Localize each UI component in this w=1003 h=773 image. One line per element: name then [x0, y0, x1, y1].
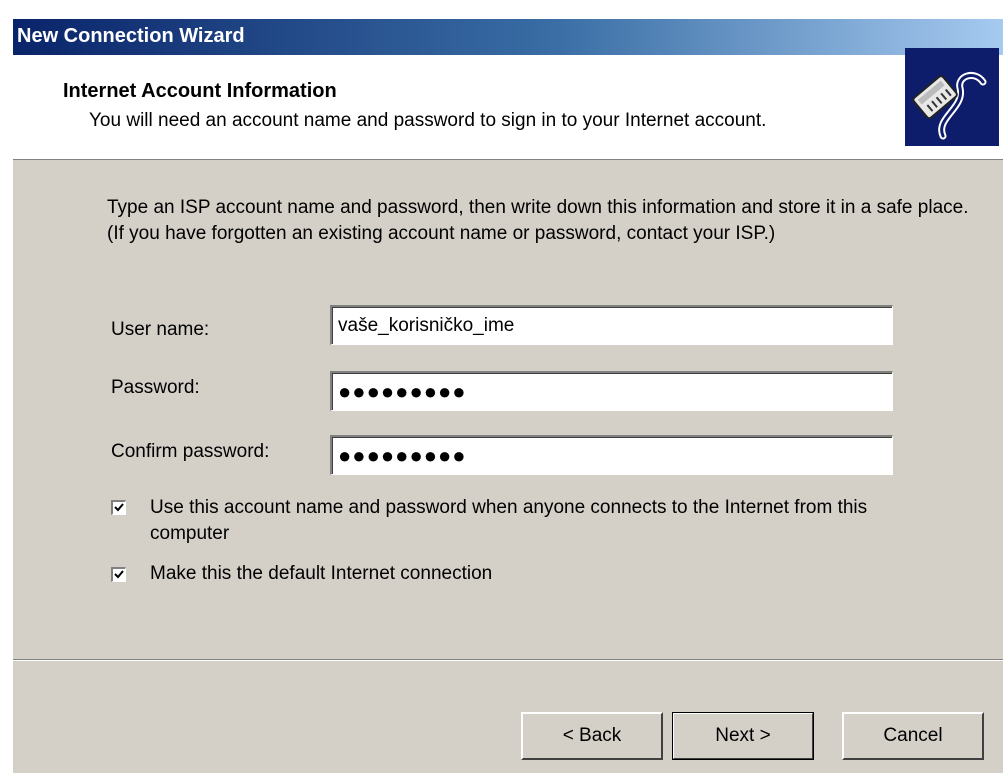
password-label: Password: — [111, 377, 200, 398]
confirm-password-value: ●●●●●●●●● — [338, 442, 467, 468]
default-connection-checkbox[interactable] — [111, 567, 126, 582]
wizard-window: New Connection Wizard Internet Account I… — [12, 18, 1003, 773]
password-input[interactable]: ●●●●●●●●● — [330, 371, 893, 411]
cancel-button[interactable]: Cancel — [842, 712, 984, 760]
network-cable-icon — [905, 48, 999, 146]
title-bar[interactable]: New Connection Wizard — [13, 19, 1003, 55]
username-label: User name: — [111, 319, 210, 340]
default-connection-label[interactable]: Make this the default Internet connectio… — [150, 561, 492, 587]
wizard-header: Internet Account Information You will ne… — [13, 55, 1003, 160]
page-title: Internet Account Information — [63, 80, 337, 102]
confirm-password-input[interactable]: ●●●●●●●●● — [330, 435, 893, 475]
intro-text: Type an ISP account name and password, t… — [107, 197, 969, 244]
username-input[interactable]: vaše_korisničko_ime — [330, 305, 893, 345]
use-account-checkbox[interactable] — [111, 500, 126, 515]
window-title: New Connection Wizard — [17, 25, 245, 47]
password-value: ●●●●●●●●● — [338, 378, 467, 404]
confirm-password-label: Confirm password: — [111, 441, 270, 462]
use-account-label[interactable]: Use this account name and password when … — [150, 495, 940, 547]
checkmark-icon — [114, 570, 124, 579]
next-button[interactable]: Next > — [672, 712, 814, 760]
page-subtitle: You will need an account name and passwo… — [89, 110, 767, 131]
back-button[interactable]: < Back — [521, 712, 663, 760]
username-value: vaše_korisničko_ime — [338, 314, 515, 336]
footer-divider — [13, 659, 1003, 661]
checkmark-icon — [114, 503, 124, 512]
